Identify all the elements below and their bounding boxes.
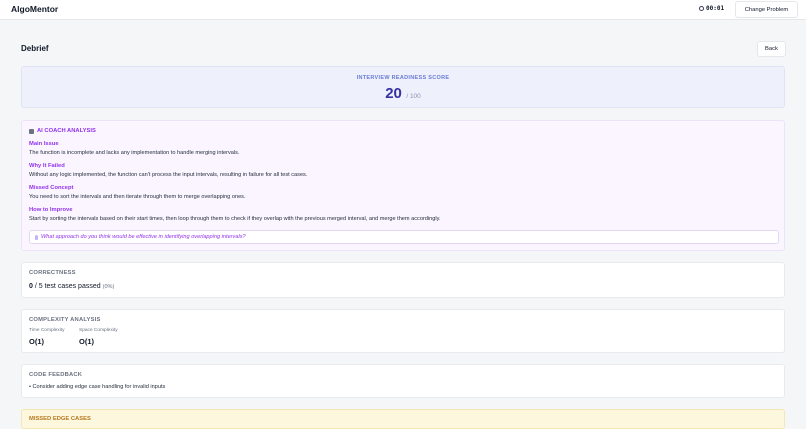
feedback-item: • Consider adding edge case handling for…: [29, 384, 166, 390]
section-title-how-to-improve: How to Improve: [29, 207, 73, 213]
section-text-missed-concept: You need to sort the intervals and then …: [29, 194, 246, 200]
app-title: AlgoMentor: [11, 4, 59, 14]
section-title-main-issue: Main Issue: [29, 141, 59, 147]
robot-icon: [29, 128, 34, 134]
pass-percent: (0%): [102, 284, 115, 290]
section-text-why-failed: Without any logic implemented, the funct…: [29, 172, 308, 178]
code-feedback-card: CODE FEEDBACK • Consider adding edge cas…: [21, 364, 785, 398]
passed-count: 0: [29, 283, 33, 290]
score-value: 20 / 100: [22, 85, 784, 103]
correctness-result: 0 / 5 test cases passed (0%): [29, 283, 114, 290]
section-title-why-failed: Why It Failed: [29, 163, 65, 169]
back-button[interactable]: Back: [757, 41, 786, 57]
reflection-question: What approach do you think would be effe…: [29, 230, 779, 244]
total-text: / 5 test cases passed: [34, 283, 101, 290]
page-title: Debrief: [21, 44, 49, 53]
lightbulb-icon: [35, 234, 38, 240]
section-text-main-issue: The function is incomplete and lacks any…: [29, 150, 240, 156]
complexity-card: COMPLEXITY ANALYSIS Time Complexity O(1)…: [21, 309, 785, 353]
missed-edge-cases-label: MISSED EDGE CASES: [29, 416, 91, 422]
missed-edge-cases-card: MISSED EDGE CASES: [21, 409, 785, 429]
reflection-question-text: What approach do you think would be effe…: [41, 234, 246, 240]
score-number: 20: [385, 85, 402, 102]
stopwatch-icon: [699, 6, 704, 11]
correctness-card: CORRECTNESS 0 / 5 test cases passed (0%): [21, 262, 785, 298]
code-feedback-label: CODE FEEDBACK: [29, 372, 83, 378]
section-title-missed-concept: Missed Concept: [29, 185, 74, 191]
coach-heading-label: AI COACH ANALYSIS: [37, 128, 96, 134]
ai-coach-card: AI COACH ANALYSIS Main Issue The functio…: [21, 120, 785, 251]
score-max: / 100: [406, 93, 421, 100]
section-text-how-to-improve: Start by sorting the intervals based on …: [29, 216, 441, 222]
time-complexity-label: Time Complexity: [29, 328, 65, 333]
space-complexity-label: Space Complexity: [79, 328, 118, 333]
coach-heading: AI COACH ANALYSIS: [29, 128, 96, 134]
space-complexity-value: O(1): [79, 337, 94, 346]
time-complexity-value: O(1): [29, 337, 44, 346]
change-problem-button[interactable]: Change Problem: [735, 1, 798, 18]
score-label: INTERVIEW READINESS SCORE: [356, 75, 450, 81]
timer-value: 00:01: [706, 5, 725, 12]
complexity-label: COMPLEXITY ANALYSIS: [29, 317, 101, 323]
top-bar: AlgoMentor 00:01 Change Problem: [0, 0, 806, 20]
readiness-score-card: INTERVIEW READINESS SCORE 20 / 100: [21, 66, 785, 108]
correctness-label: CORRECTNESS: [29, 270, 76, 276]
timer: 00:01: [699, 5, 724, 12]
